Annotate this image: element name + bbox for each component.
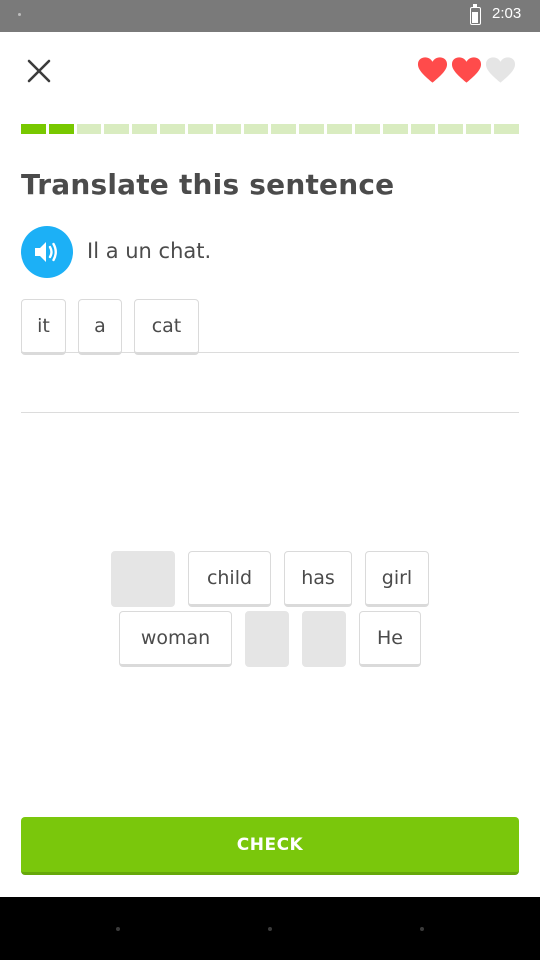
answer-tile[interactable]: it	[21, 299, 66, 355]
recents-nav-button[interactable]	[420, 927, 424, 931]
source-sentence: Il a un chat.	[87, 239, 212, 263]
status-time: 2:03	[492, 5, 522, 22]
battery-icon	[470, 4, 481, 25]
progress-segment	[104, 124, 130, 134]
speaker-icon	[35, 242, 57, 262]
progress-segment	[382, 124, 408, 134]
status-bar: 2:03	[0, 0, 540, 32]
hearts	[417, 56, 516, 86]
progress-segment	[243, 124, 269, 134]
answer-line	[21, 412, 519, 413]
lesson-progress	[21, 124, 519, 134]
heart-empty-icon	[485, 57, 516, 83]
word-bank-tile[interactable]: He	[359, 611, 421, 667]
close-icon[interactable]	[25, 57, 53, 85]
heart-icon	[451, 57, 482, 83]
progress-segment	[410, 124, 436, 134]
home-nav-button[interactable]	[268, 927, 272, 931]
progress-segment	[354, 124, 380, 134]
word-bank-slot-used	[302, 611, 346, 667]
word-bank-slot-used	[111, 551, 175, 607]
word-bank-tile[interactable]: girl	[365, 551, 429, 607]
progress-segment	[271, 124, 297, 134]
notification-dot	[18, 13, 21, 16]
progress-segment	[187, 124, 213, 134]
progress-segment	[132, 124, 158, 134]
progress-segment	[215, 124, 241, 134]
progress-segment	[48, 124, 74, 134]
play-audio-button[interactable]	[21, 226, 73, 278]
word-bank-tile[interactable]: child	[188, 551, 271, 607]
progress-segment	[76, 124, 102, 134]
instruction-title: Translate this sentence	[21, 168, 395, 201]
word-bank-slot-used	[245, 611, 289, 667]
progress-segment	[299, 124, 325, 134]
word-bank-tile[interactable]: woman	[119, 611, 232, 667]
progress-segment	[327, 124, 352, 134]
progress-segment	[466, 124, 492, 134]
progress-segment	[21, 124, 46, 134]
check-button[interactable]: CHECK	[21, 817, 519, 875]
progress-segment	[160, 124, 185, 134]
progress-segment	[494, 124, 519, 134]
progress-segment	[438, 124, 464, 134]
word-bank-tile[interactable]: has	[284, 551, 352, 607]
answer-tile[interactable]: a	[78, 299, 122, 355]
answer-tile[interactable]: cat	[134, 299, 199, 355]
back-nav-button[interactable]	[116, 927, 120, 931]
navigation-bar	[0, 897, 540, 960]
heart-icon	[417, 57, 448, 83]
